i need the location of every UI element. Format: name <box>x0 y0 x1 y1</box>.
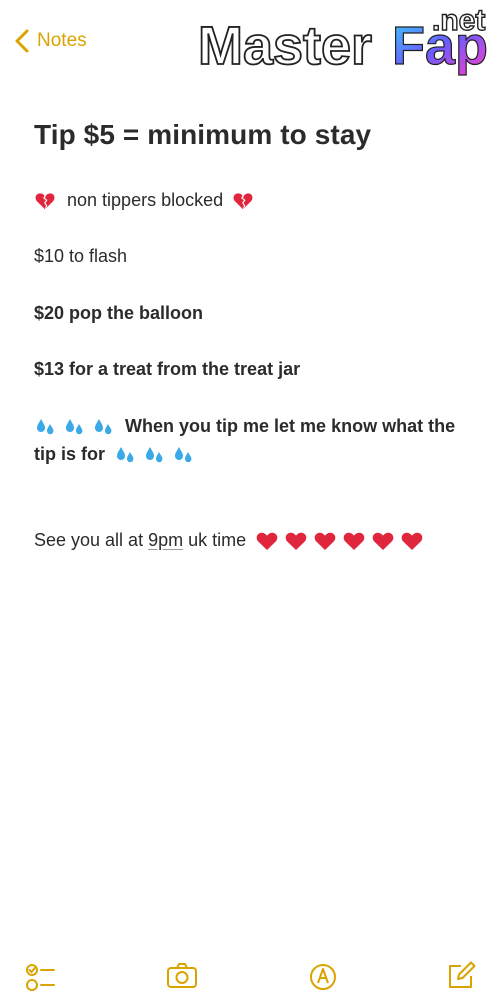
compose-icon[interactable] <box>445 959 477 991</box>
back-button[interactable]: Notes <box>12 26 87 56</box>
note-line-flash: $10 to flash <box>34 246 128 266</box>
sweat-droplets-icon <box>66 419 83 435</box>
broken-heart-icon <box>233 193 253 210</box>
sweat-droplets-icon <box>95 419 112 435</box>
watermark-main-text: Master <box>198 16 372 76</box>
droplets-icon-group <box>114 444 196 464</box>
broken-heart-icon <box>35 193 55 210</box>
note-body[interactable]: Tip $5 = minimum to stay non tippers blo… <box>34 112 474 551</box>
sweat-droplets-icon <box>117 447 134 463</box>
red-heart-icon <box>256 533 278 551</box>
watermark-logo: Master Fap .net <box>197 3 489 77</box>
note-line-non-tippers: non tippers blocked <box>34 186 254 214</box>
watermark-tld-text: .net <box>432 4 485 37</box>
checklist-icon[interactable] <box>24 959 56 991</box>
camera-icon[interactable] <box>166 959 198 991</box>
red-heart-icon <box>401 533 423 551</box>
red-heart-icon <box>285 533 307 551</box>
sweat-droplets-icon <box>37 419 54 435</box>
note-line-tip-purpose: When you tip me let me know what the tip… <box>34 412 464 468</box>
note-line-see-you: See you all at 9pm uk time <box>34 526 424 554</box>
droplets-icon-group <box>34 416 121 436</box>
note-title: Tip $5 = minimum to stay <box>34 119 372 150</box>
red-hearts-group <box>255 530 424 551</box>
time-link[interactable]: 9pm <box>148 530 183 550</box>
sweat-droplets-icon <box>146 447 163 463</box>
back-label: Notes <box>37 30 87 51</box>
chevron-left-icon <box>15 29 29 53</box>
bottom-toolbar <box>0 955 499 1000</box>
sweat-droplets-icon <box>175 447 192 463</box>
markup-icon[interactable] <box>307 959 339 991</box>
note-line-treat: $13 for a treat from the treat jar <box>34 359 301 379</box>
red-heart-icon <box>343 533 365 551</box>
note-line-text-after: uk time <box>183 530 247 550</box>
red-heart-icon <box>314 533 336 551</box>
red-heart-icon <box>372 533 394 551</box>
note-line-text-before: See you all at <box>34 530 149 550</box>
note-line-balloon: $20 pop the balloon <box>34 303 204 323</box>
note-line-text: non tippers blocked <box>67 190 224 210</box>
